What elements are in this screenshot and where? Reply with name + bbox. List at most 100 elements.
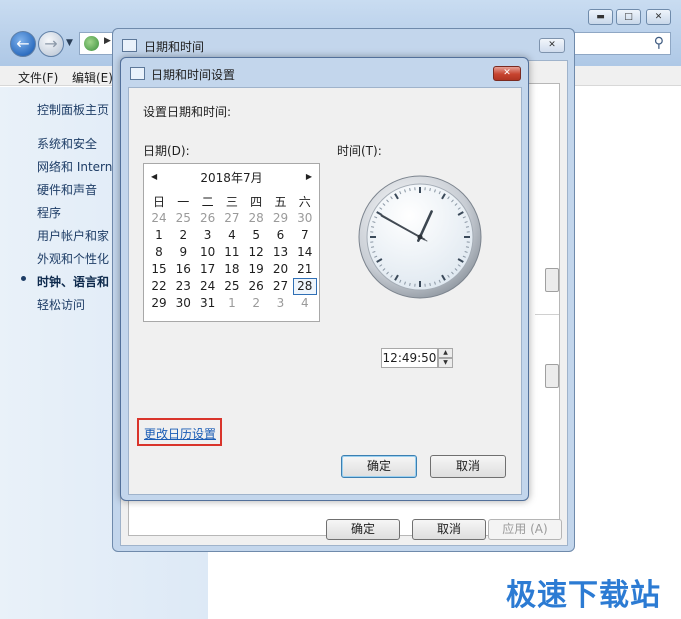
- sidebar-item-system-security[interactable]: 系统和安全: [37, 135, 97, 152]
- calendar-day[interactable]: 12: [244, 244, 268, 261]
- calendar-day[interactable]: 18: [220, 261, 244, 278]
- sidebar-item-network[interactable]: 网络和 Intern: [37, 158, 112, 175]
- calendar-day[interactable]: 29: [147, 295, 171, 312]
- calendar[interactable]: ◀ 2018年7月 ▶ 日一二三四五六 24 25 26 27 28 29 30 1 2 3 4 5 6 7…: [143, 163, 320, 322]
- calendar-day[interactable]: 19: [244, 261, 268, 278]
- current-item-bullet: [21, 276, 26, 281]
- forward-button[interactable]: →: [38, 31, 64, 57]
- weekday-header: 三: [225, 195, 238, 209]
- calendar-day[interactable]: 7: [293, 227, 317, 244]
- time-input[interactable]: 12:49:50: [381, 348, 438, 368]
- calendar-day[interactable]: 13: [269, 244, 293, 261]
- calendar-day[interactable]: 22: [147, 278, 171, 295]
- back-button[interactable]: ←: [10, 31, 36, 57]
- sidebar-item-appearance[interactable]: 外观和个性化: [37, 250, 109, 267]
- calendar-day[interactable]: 14: [293, 244, 317, 261]
- calendar-day[interactable]: 27: [220, 210, 244, 227]
- calendar-day[interactable]: 28: [244, 210, 268, 227]
- next-month-icon[interactable]: ▶: [306, 172, 312, 181]
- time-label: 时间(T):: [337, 144, 382, 158]
- clock-minute-tick: [409, 282, 411, 287]
- back-arrow-icon: ←: [16, 34, 30, 53]
- dialog-body: 设置日期和时间: 日期(D): 时间(T): ◀ 2018年7月 ▶ 日一二三四…: [128, 87, 522, 495]
- weekday-header: 五: [274, 195, 287, 209]
- calendar-day[interactable]: 26: [196, 210, 220, 227]
- ok-button[interactable]: 确定: [326, 519, 400, 540]
- apply-button[interactable]: 应用 (A): [488, 519, 562, 540]
- calendar-day[interactable]: 9: [171, 244, 195, 261]
- maximize-button[interactable]: □: [616, 9, 641, 25]
- calendar-day[interactable]: 11: [220, 244, 244, 261]
- sidebar-item-ease-of-access[interactable]: 轻松访问: [37, 296, 85, 313]
- calendar-day[interactable]: 10: [196, 244, 220, 261]
- calendar-day[interactable]: 5: [244, 227, 268, 244]
- change-timezone-button[interactable]: [545, 364, 559, 388]
- calendar-day[interactable]: 2: [244, 295, 268, 312]
- search-icon[interactable]: ⚲: [654, 35, 664, 51]
- section-heading: 设置日期和时间:: [143, 105, 232, 119]
- clock-minute-tick: [465, 226, 470, 228]
- change-date-button[interactable]: [545, 268, 559, 292]
- calendar-day[interactable]: 23: [171, 278, 195, 295]
- calendar-day[interactable]: 21: [293, 261, 317, 278]
- calendar-day[interactable]: 29: [269, 210, 293, 227]
- close-button[interactable]: ✕: [539, 38, 565, 53]
- weekday-header: 一: [177, 195, 190, 209]
- calendar-day[interactable]: 26: [244, 278, 268, 295]
- calendar-day[interactable]: 30: [171, 295, 195, 312]
- calendar-day[interactable]: 30: [293, 210, 317, 227]
- spin-down-icon[interactable]: ▼: [438, 358, 453, 368]
- calendar-day[interactable]: 1: [220, 295, 244, 312]
- calendar-day[interactable]: 31: [196, 295, 220, 312]
- calendar-day[interactable]: 25: [171, 210, 195, 227]
- history-dropdown-icon[interactable]: ▼: [66, 38, 73, 48]
- watermark: 极速下载站: [506, 578, 661, 613]
- calendar-day[interactable]: 2: [171, 227, 195, 244]
- close-button[interactable]: ✕: [493, 66, 521, 81]
- change-calendar-settings-link[interactable]: 更改日历设置: [144, 425, 216, 442]
- sidebar-item-clock-language[interactable]: 时钟、语言和: [37, 273, 109, 290]
- calendar-day[interactable]: 17: [196, 261, 220, 278]
- cancel-button[interactable]: 取消: [412, 519, 486, 540]
- weekday-header: 四: [250, 195, 263, 209]
- calendar-day[interactable]: 6: [269, 227, 293, 244]
- ok-button[interactable]: 确定: [341, 455, 417, 478]
- calendar-day[interactable]: 3: [269, 295, 293, 312]
- highlight-box: 更改日历设置: [137, 418, 222, 446]
- divider: [535, 314, 559, 315]
- calendar-day[interactable]: 15: [147, 261, 171, 278]
- sidebar-item-user-accounts[interactable]: 用户帐户和家: [37, 227, 109, 244]
- menu-edit[interactable]: 编辑(E): [72, 69, 113, 86]
- clock-center: [417, 234, 423, 240]
- chevron-right-icon[interactable]: ▶: [104, 36, 111, 46]
- calendar-day[interactable]: 1: [147, 227, 171, 244]
- calendar-day[interactable]: 24: [147, 210, 171, 227]
- weekday-header: 日: [152, 195, 165, 209]
- calendar-day[interactable]: 3: [196, 227, 220, 244]
- minimize-button[interactable]: ▬: [588, 9, 613, 25]
- calendar-day[interactable]: 20: [269, 261, 293, 278]
- dialog-title: 日期和时间设置: [151, 68, 236, 82]
- time-spinner[interactable]: ▲ ▼: [438, 348, 453, 368]
- sidebar-item-hardware-sound[interactable]: 硬件和声音: [37, 181, 97, 198]
- calendar-icon: [122, 39, 137, 52]
- sidebar-home-link[interactable]: 控制面板主页: [37, 101, 109, 118]
- calendar-day[interactable]: 4: [293, 295, 317, 312]
- calendar-day[interactable]: 24: [196, 278, 220, 295]
- calendar-day[interactable]: 27: [269, 278, 293, 295]
- calendar-day[interactable]: 28: [292, 278, 317, 295]
- calendar-day[interactable]: 4: [220, 227, 244, 244]
- cancel-button[interactable]: 取消: [430, 455, 506, 478]
- control-panel-icon: [84, 36, 99, 51]
- calendar-day[interactable]: 25: [220, 278, 244, 295]
- calendar-day[interactable]: 16: [171, 261, 195, 278]
- calendar-day[interactable]: 8: [147, 244, 171, 261]
- spin-up-icon[interactable]: ▲: [438, 348, 453, 358]
- sidebar-item-programs[interactable]: 程序: [37, 204, 61, 221]
- analog-clock: [358, 175, 482, 299]
- close-button[interactable]: ✕: [646, 9, 671, 25]
- calendar-month-title[interactable]: 2018年7月: [144, 169, 319, 186]
- clock-minute-tick: [370, 226, 375, 228]
- menu-file[interactable]: 文件(F): [18, 69, 58, 86]
- forward-arrow-icon: →: [44, 34, 58, 53]
